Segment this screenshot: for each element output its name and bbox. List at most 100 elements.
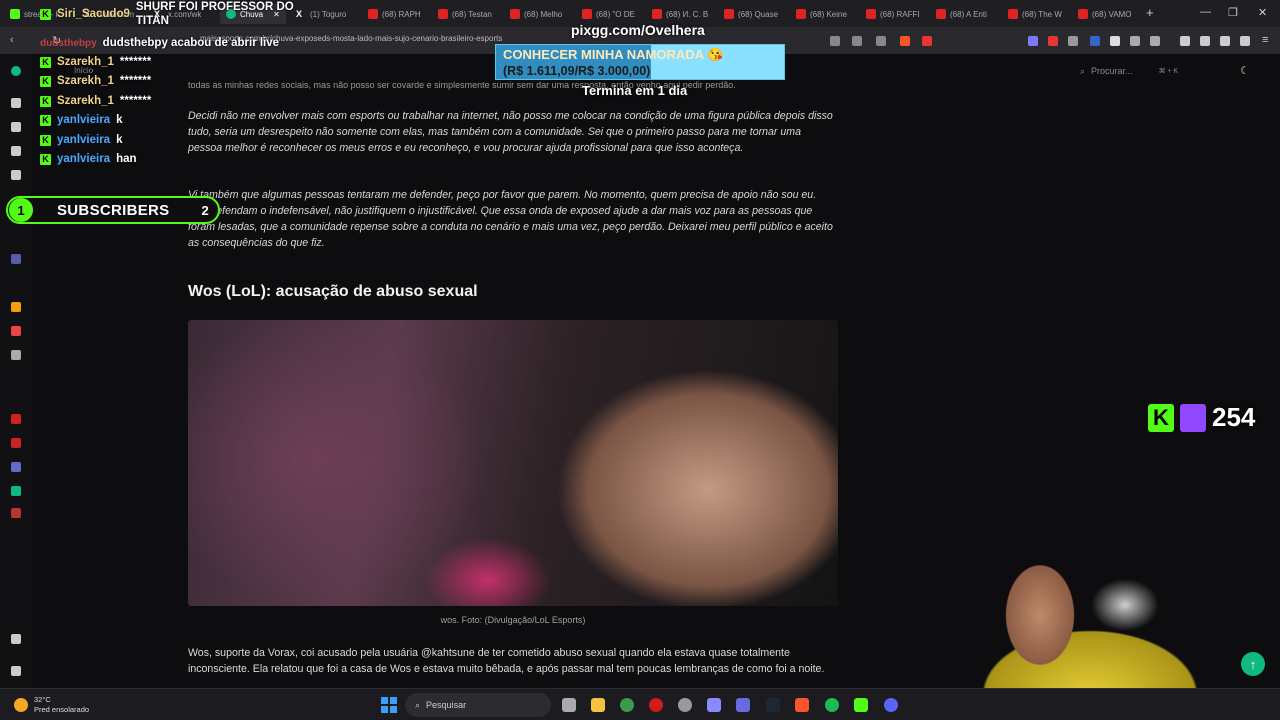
youtube-icon — [510, 9, 520, 19]
subscribers-label: SUBSCRIBERS — [57, 201, 170, 219]
game-icon[interactable] — [11, 486, 21, 496]
tab-youtube[interactable]: (68) RAFFI — [866, 4, 928, 24]
tab-youtube[interactable]: (68) Melho — [510, 4, 572, 24]
goal-deadline: Termina em 1 dia — [582, 83, 688, 98]
kick-icon — [10, 9, 20, 19]
youtube-icon — [936, 9, 946, 19]
youtube-icon — [796, 9, 806, 19]
weather-widget[interactable]: 32°C Pred ensolarado — [14, 695, 89, 715]
chat-message: dudsthebpy dudsthebpy acabou de abrir li… — [40, 37, 280, 49]
photo-caption: wos. Foto: (Divulgação/LoL Esports) — [440, 615, 586, 625]
subscribers-counter: 1 SUBSCRIBERS 2 — [6, 196, 220, 224]
site-search[interactable]: ⌕ Procurar... ⌘ + K — [1080, 60, 1210, 82]
opera-icon[interactable] — [649, 698, 663, 712]
tab-youtube[interactable]: (68) The W — [1008, 4, 1070, 24]
article-partial-line: todas as minhas redes sociais, mas não p… — [188, 80, 736, 90]
extension-icon[interactable] — [1090, 36, 1100, 46]
vpn-icon[interactable] — [1240, 36, 1250, 46]
article-paragraph: Decidi não me envolver mais com esports … — [188, 110, 833, 154]
discord-icon[interactable] — [884, 698, 898, 712]
calendar-icon[interactable] — [11, 146, 21, 156]
tab-youtube[interactable]: (68) RAPH — [368, 4, 430, 24]
kick-badge-icon: K — [40, 114, 51, 126]
chrome-icon[interactable] — [620, 698, 634, 712]
extension-icon[interactable] — [1150, 36, 1160, 46]
menu-icon[interactable]: ≡ — [1262, 34, 1268, 46]
tab-toguro[interactable]: X (1) Toguro — [296, 4, 358, 24]
youtube-icon — [866, 9, 876, 19]
scroll-to-top-button[interactable]: ↑ — [1241, 652, 1265, 676]
kick-badge-icon: K — [40, 8, 51, 20]
tab-youtube[interactable]: (68) A Enti — [936, 4, 998, 24]
sidebar-toggle-icon[interactable] — [1180, 36, 1190, 46]
section-heading: Wos (LoL): acusação de abuso sexual — [188, 283, 478, 300]
game-icon[interactable] — [11, 350, 21, 360]
game-icon[interactable] — [11, 438, 21, 448]
subscribers-left-number: 1 — [9, 198, 33, 222]
new-tab-button[interactable]: + — [1146, 5, 1154, 20]
maximize-icon[interactable]: ❐ — [1228, 6, 1238, 19]
brave-shield-icon[interactable] — [900, 36, 910, 46]
extension-icon[interactable] — [1048, 36, 1058, 46]
taskbar-search[interactable]: ⌕ Pesquisar — [405, 693, 551, 717]
taskbar-search-input[interactable]: Pesquisar — [426, 700, 466, 710]
article-paragraph: Vi também que algumas pessoas tentaram m… — [188, 189, 833, 249]
reader-icon[interactable] — [852, 36, 862, 46]
tab-youtube[interactable]: (68) Testan — [438, 4, 500, 24]
game-icon[interactable] — [11, 254, 21, 264]
temperature: 32°C — [34, 695, 51, 704]
windows-start-icon[interactable] — [381, 697, 397, 713]
kick-badge-icon: K — [40, 75, 51, 87]
x-icon: X — [296, 9, 303, 19]
app-icon[interactable] — [678, 698, 692, 712]
search-icon: ⌕ — [415, 699, 421, 710]
steam-icon[interactable] — [766, 698, 780, 712]
game-icon[interactable] — [11, 326, 21, 336]
game-icon[interactable] — [11, 414, 21, 424]
extension-icon[interactable] — [1110, 36, 1120, 46]
game-icon[interactable] — [11, 462, 21, 472]
home-icon[interactable] — [11, 98, 21, 108]
extension-icon[interactable] — [1028, 36, 1038, 46]
trophy-icon[interactable] — [11, 170, 21, 180]
browser-sidebar — [0, 54, 32, 688]
tab-youtube[interactable]: (68) Quase — [724, 4, 786, 24]
youtube-icon — [438, 9, 448, 19]
wallet-icon[interactable] — [1200, 36, 1210, 46]
tab-youtube[interactable]: (68) VAMO — [1078, 4, 1140, 24]
leo-ai-icon[interactable] — [1220, 36, 1230, 46]
news-icon[interactable] — [11, 122, 21, 132]
close-window-icon[interactable]: ✕ — [1258, 6, 1267, 19]
chat-message: K Szarekh_1 ******* — [40, 75, 151, 87]
back-icon[interactable]: ‹ — [10, 34, 14, 46]
game-icon[interactable] — [11, 302, 21, 312]
youtube-icon — [582, 9, 592, 19]
app-icon[interactable] — [736, 698, 750, 712]
share-icon[interactable] — [876, 36, 886, 46]
user-icon[interactable] — [11, 666, 21, 676]
search-input[interactable]: Procurar... — [1091, 66, 1133, 76]
file-explorer-icon[interactable] — [591, 698, 605, 712]
minimize-icon[interactable]: — — [1200, 6, 1211, 18]
kick-logo-icon: K — [1148, 403, 1174, 432]
spotify-icon[interactable] — [825, 698, 839, 712]
tab-youtube[interactable]: (68) "O DE — [582, 4, 644, 24]
twitch-logo-icon — [1180, 403, 1206, 432]
app-icon[interactable] — [707, 698, 721, 712]
tab-youtube[interactable]: (68) Keine — [796, 4, 858, 24]
theme-toggle-icon[interactable]: ☾ — [1240, 64, 1250, 77]
tab-youtube[interactable]: (68) И. С. В — [652, 4, 714, 24]
brave-icon[interactable] — [795, 698, 809, 712]
task-view-icon[interactable] — [562, 698, 576, 712]
rewards-icon[interactable] — [922, 36, 932, 46]
cast-icon[interactable] — [830, 36, 840, 46]
youtube-icon — [652, 9, 662, 19]
app-icon[interactable] — [854, 698, 868, 712]
chat-message: K yanlvieira k — [40, 114, 122, 126]
site-logo-icon[interactable] — [11, 66, 21, 76]
extensions-puzzle-icon[interactable] — [1130, 36, 1140, 46]
youtube-icon — [1078, 9, 1088, 19]
send-icon[interactable] — [11, 634, 21, 644]
game-icon[interactable] — [11, 508, 21, 518]
extension-icon[interactable] — [1068, 36, 1078, 46]
